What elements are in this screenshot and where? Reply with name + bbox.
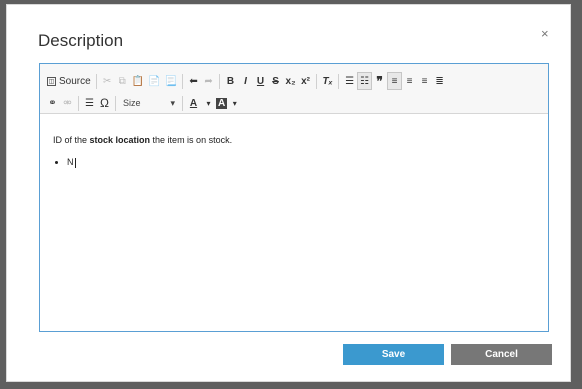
source-icon: ◫ — [47, 76, 56, 86]
link-icon[interactable]: ⚭ — [45, 94, 60, 112]
bold-button[interactable]: B — [223, 72, 238, 90]
strikethrough-button[interactable]: S — [268, 72, 283, 90]
list-item-text: N — [67, 157, 74, 167]
align-right-icon[interactable]: ≡ — [417, 72, 432, 90]
rich-text-editor: ◫ Source ✂ ⧉ 📋 📄 📃 ⬅ ➦ B I U S x₂ x² Tₓ … — [39, 63, 549, 332]
undo-icon[interactable]: ⬅ — [186, 72, 201, 90]
redo-icon[interactable]: ➦ — [201, 72, 216, 90]
toolbar-separator — [78, 95, 79, 111]
paste-text-icon[interactable]: 📄 — [146, 72, 162, 90]
bold-text: stock location — [89, 135, 151, 145]
content-paragraph: ID of the stock location the item is on … — [53, 135, 232, 145]
underline-button[interactable]: U — [253, 72, 268, 90]
cancel-button[interactable]: Cancel — [451, 344, 552, 365]
toolbar-separator — [338, 73, 340, 89]
align-justify-icon[interactable]: ≣ — [432, 72, 447, 90]
dialog-title: Description — [38, 31, 124, 50]
special-char-icon[interactable]: Ω — [97, 94, 112, 112]
close-icon[interactable]: × — [541, 26, 549, 41]
save-button[interactable]: Save — [343, 344, 444, 365]
numbered-list-icon[interactable]: ☰ — [342, 72, 357, 90]
toolbar-separator — [182, 73, 184, 89]
list-item: N — [67, 157, 232, 168]
source-button[interactable]: ◫ Source — [45, 72, 93, 90]
description-dialog: Description × ◫ Source ✂ ⧉ 📋 📄 📃 ⬅ ➦ B I — [6, 4, 571, 382]
font-size-select[interactable]: Size ▾ — [119, 95, 179, 111]
paste-icon[interactable]: 📋 — [130, 72, 146, 90]
toolbar-row-1: ◫ Source ✂ ⧉ 📋 📄 📃 ⬅ ➦ B I U S x₂ x² Tₓ … — [45, 71, 447, 91]
cut-icon[interactable]: ✂ — [100, 72, 115, 90]
subscript-button[interactable]: x₂ — [283, 72, 298, 90]
toolbar-separator — [95, 73, 97, 89]
chevron-down-icon[interactable]: ▾ — [227, 94, 242, 112]
italic-button[interactable]: I — [238, 72, 253, 90]
align-left-icon[interactable]: ≡ — [387, 72, 403, 90]
paste-word-icon[interactable]: 📃 — [163, 72, 179, 90]
editor-content[interactable]: ID of the stock location the item is on … — [53, 135, 232, 168]
toolbar-row-2: ⚭ ⚮ ☰ Ω Size ▾ A ▾ A ▾ — [45, 93, 242, 113]
source-label: Source — [59, 75, 91, 87]
toolbar-separator — [219, 73, 221, 89]
text-span: ID of the — [53, 135, 90, 145]
horizontal-line-icon[interactable]: ☰ — [82, 94, 97, 112]
font-size-label: Size — [123, 98, 141, 108]
bullet-list: N — [53, 157, 232, 168]
copy-icon[interactable]: ⧉ — [115, 72, 130, 90]
editor-toolbar: ◫ Source ✂ ⧉ 📋 📄 📃 ⬅ ➦ B I U S x₂ x² Tₓ … — [40, 64, 548, 114]
unlink-icon[interactable]: ⚮ — [60, 94, 75, 112]
remove-format-button[interactable]: Tₓ — [320, 72, 335, 90]
toolbar-separator — [316, 73, 318, 89]
align-center-icon[interactable]: ≡ — [402, 72, 417, 90]
toolbar-separator — [182, 95, 183, 111]
blockquote-icon[interactable]: ❞ — [372, 72, 387, 90]
bulleted-list-icon[interactable]: ☷ — [357, 72, 373, 90]
chevron-down-icon[interactable]: ▾ — [201, 94, 216, 112]
chevron-down-icon: ▾ — [170, 97, 175, 108]
text-span: the item is on stock. — [150, 135, 233, 145]
background-color-icon[interactable]: A — [216, 97, 228, 109]
text-color-icon[interactable]: A — [186, 94, 201, 112]
superscript-button[interactable]: x² — [298, 72, 313, 90]
text-caret — [74, 157, 76, 168]
toolbar-separator — [115, 95, 116, 111]
